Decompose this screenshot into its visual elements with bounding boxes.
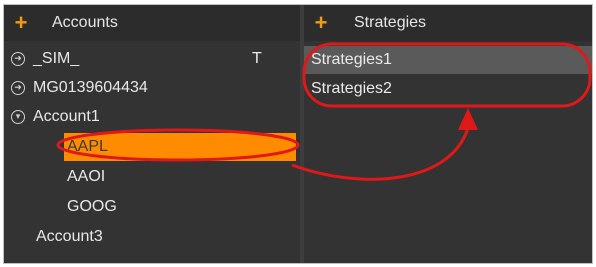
strategies-panel: + Strategies Strategies1 Strategies2 [304,5,592,263]
account-row-sim[interactable]: ➜ _SIM_ T [4,45,300,73]
symbol-row-aaoi[interactable]: AAOI [4,163,300,191]
symbol-row-goog[interactable]: GOOG [4,193,300,221]
symbol-label: GOOG [67,198,117,215]
accounts-header: + Accounts [4,5,300,41]
accounts-panel: + Accounts ➜ _SIM_ T ➜ MG0139604434 ▾ Ac… [4,5,300,263]
symbol-row-aapl[interactable]: AAPL [64,133,296,161]
navigate-arrow-icon[interactable]: ➜ [11,81,25,95]
symbol-label: AAPL [67,138,108,155]
expand-down-icon[interactable]: ▾ [11,110,25,124]
symbol-label: AAOI [67,168,106,185]
account-label: MG0139604434 [33,79,148,96]
strategy-item[interactable]: Strategies2 [304,75,592,103]
account-label: Account3 [36,228,103,245]
account-flag: T [252,50,262,67]
strategy-item[interactable]: Strategies1 [304,46,592,74]
strategies-title: Strategies [354,14,427,31]
account-row-mg[interactable]: ➜ MG0139604434 [4,74,300,102]
strategy-label: Strategies2 [311,80,392,97]
account-row-account3[interactable]: Account3 [4,223,300,251]
app-frame: + Accounts ➜ _SIM_ T ➜ MG0139604434 ▾ Ac… [3,4,593,264]
navigate-arrow-icon[interactable]: ➜ [11,52,25,66]
add-strategy-icon[interactable]: + [308,10,334,36]
strategy-label: Strategies1 [311,51,392,68]
account-label: Account1 [33,108,100,125]
add-account-icon[interactable]: + [8,10,34,36]
accounts-title: Accounts [52,14,118,31]
account-label: _SIM_ [33,50,80,67]
strategies-header: + Strategies [304,5,592,41]
account-row-account1[interactable]: ▾ Account1 [4,103,300,131]
